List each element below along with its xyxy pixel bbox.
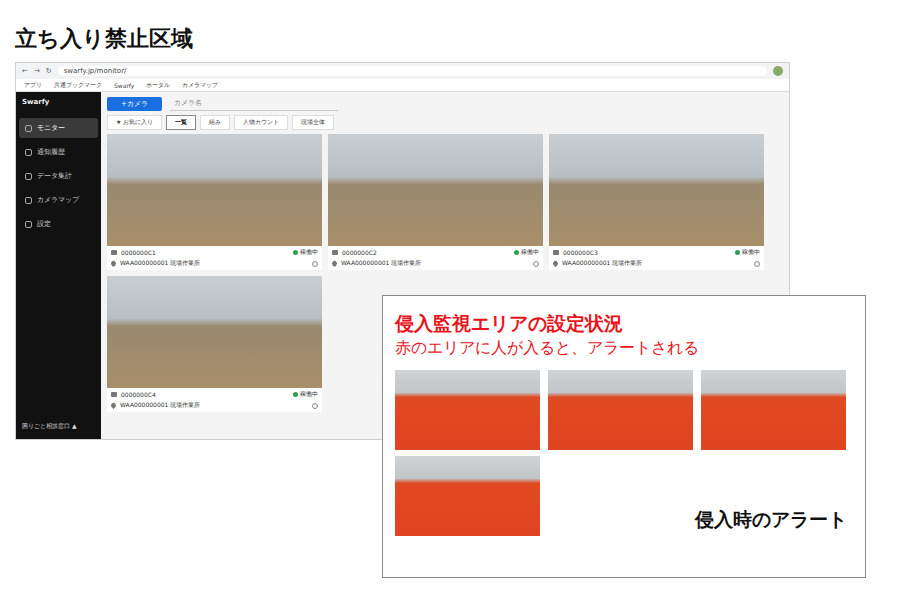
tab-bar: ★ お気に入り一覧組み人物カウント現場全体 — [107, 115, 783, 130]
panel-title: 侵入監視エリアの設定状況 — [395, 310, 853, 336]
status-badge: 稼働中 — [293, 390, 318, 399]
add-camera-button[interactable]: +カメラ — [107, 97, 162, 111]
bookmark[interactable]: 共通ブックマーク — [54, 81, 102, 90]
zone-thumbnail — [701, 370, 846, 450]
camera-info: 0000000C4 稼働中 WAA000000001 現場作業所 — [107, 388, 322, 412]
gear-icon[interactable] — [533, 261, 539, 267]
profile-icon[interactable] — [773, 66, 783, 76]
camera-icon — [111, 250, 117, 255]
status-badge: 稼働中 — [735, 248, 760, 257]
site-name: WAA000000001 現場作業所 — [120, 401, 308, 410]
nav-button[interactable]: → — [34, 67, 40, 75]
tab[interactable]: 一覧 — [166, 115, 196, 130]
sidebar-item[interactable]: モニター — [19, 118, 98, 138]
pin-icon — [331, 260, 338, 267]
status-dot-icon — [293, 392, 298, 397]
bookmark[interactable]: Swarfy — [114, 82, 134, 89]
camera-id: 0000000C3 — [563, 249, 731, 256]
menu-icon — [25, 125, 32, 132]
camera-card[interactable]: 0000000C1 稼働中 WAA000000001 現場作業所 — [107, 134, 322, 270]
camera-id: 0000000C2 — [342, 249, 510, 256]
bookmarks-bar: アプリ 共通ブックマーク Swarfy ポータル カメラマップ — [16, 79, 789, 92]
status-dot-icon — [293, 250, 298, 255]
site-name: WAA000000001 現場作業所 — [341, 259, 529, 268]
camera-info: 0000000C3 稼働中 WAA000000001 現場作業所 — [549, 246, 764, 270]
bookmark[interactable]: ポータル — [146, 81, 170, 90]
zone-thumbnail — [395, 456, 540, 536]
camera-image — [549, 134, 764, 246]
url-field[interactable]: swarfy.jp/monitor/ — [58, 66, 767, 76]
status-badge: 稼働中 — [293, 248, 318, 257]
zone-thumbnail — [395, 370, 540, 450]
status-dot-icon — [735, 250, 740, 255]
site-name: WAA000000001 現場作業所 — [562, 259, 750, 268]
camera-id: 0000000C4 — [121, 391, 289, 398]
tab[interactable]: ★ お気に入り — [107, 115, 162, 130]
pin-icon — [110, 260, 117, 267]
camera-icon — [332, 250, 338, 255]
camera-card[interactable]: 0000000C2 稼働中 WAA000000001 現場作業所 — [328, 134, 543, 270]
slide: 立ち入り禁止区域 ← → ↻ swarfy.jp/monitor/アプリ 共通ブックマーク… — [0, 0, 900, 600]
menu-icon — [25, 221, 32, 228]
sidebar-item[interactable]: 設定 — [19, 214, 98, 234]
logo: Swarfy — [16, 96, 101, 116]
sidebar-item[interactable]: カメラマップ — [19, 190, 98, 210]
nav-button[interactable]: ← — [22, 67, 28, 75]
sidebar: Swarfyモニター通知履歴データ集計カメラマップ設定困りごと相談窓口 ▲ — [16, 92, 101, 439]
slide-title: 立ち入り禁止区域 — [0, 0, 900, 62]
search-field[interactable]: カメラ名 — [170, 96, 338, 111]
status-badge: 稼働中 — [514, 248, 539, 257]
tab[interactable]: 組み — [200, 115, 230, 130]
menu-icon — [25, 173, 32, 180]
zone-thumbnail — [548, 370, 693, 450]
caption: 侵入時のアラート — [695, 506, 853, 536]
toolbar: +カメラカメラ名 — [107, 96, 783, 111]
camera-image — [328, 134, 543, 246]
camera-info: 0000000C2 稼働中 WAA000000001 現場作業所 — [328, 246, 543, 270]
camera-image — [107, 134, 322, 246]
help-link[interactable]: 困りごと相談窓口 ▲ — [16, 418, 101, 435]
camera-image — [107, 276, 322, 388]
status-dot-icon — [514, 250, 519, 255]
camera-card[interactable]: 0000000C3 稼働中 WAA000000001 現場作業所 — [549, 134, 764, 270]
pin-icon — [110, 402, 117, 409]
panel-subtitle: 赤のエリアに人が入ると、アラートされる — [395, 336, 853, 360]
site-name: WAA000000001 現場作業所 — [120, 259, 308, 268]
sidebar-item[interactable]: データ集計 — [19, 166, 98, 186]
gear-icon[interactable] — [312, 403, 318, 409]
alert-area-panel: 侵入監視エリアの設定状況赤のエリアに人が入ると、アラートされる侵入時のアラート — [382, 295, 866, 578]
bookmark[interactable]: カメラマップ — [182, 81, 218, 90]
pin-icon — [552, 260, 559, 267]
gear-icon[interactable] — [754, 261, 760, 267]
nav-button[interactable]: ↻ — [46, 67, 52, 75]
camera-icon — [553, 250, 559, 255]
camera-icon — [111, 392, 117, 397]
bookmark[interactable]: アプリ — [24, 81, 42, 90]
sidebar-item[interactable]: 通知履歴 — [19, 142, 98, 162]
camera-card[interactable]: 0000000C4 稼働中 WAA000000001 現場作業所 — [107, 276, 322, 412]
menu-icon — [25, 149, 32, 156]
camera-id: 0000000C1 — [121, 249, 289, 256]
camera-info: 0000000C1 稼働中 WAA000000001 現場作業所 — [107, 246, 322, 270]
menu-icon — [25, 197, 32, 204]
tab[interactable]: 現場全体 — [292, 115, 334, 130]
address-bar-row: ← → ↻ swarfy.jp/monitor/ — [16, 63, 789, 79]
tab[interactable]: 人物カウント — [234, 115, 288, 130]
gear-icon[interactable] — [312, 261, 318, 267]
